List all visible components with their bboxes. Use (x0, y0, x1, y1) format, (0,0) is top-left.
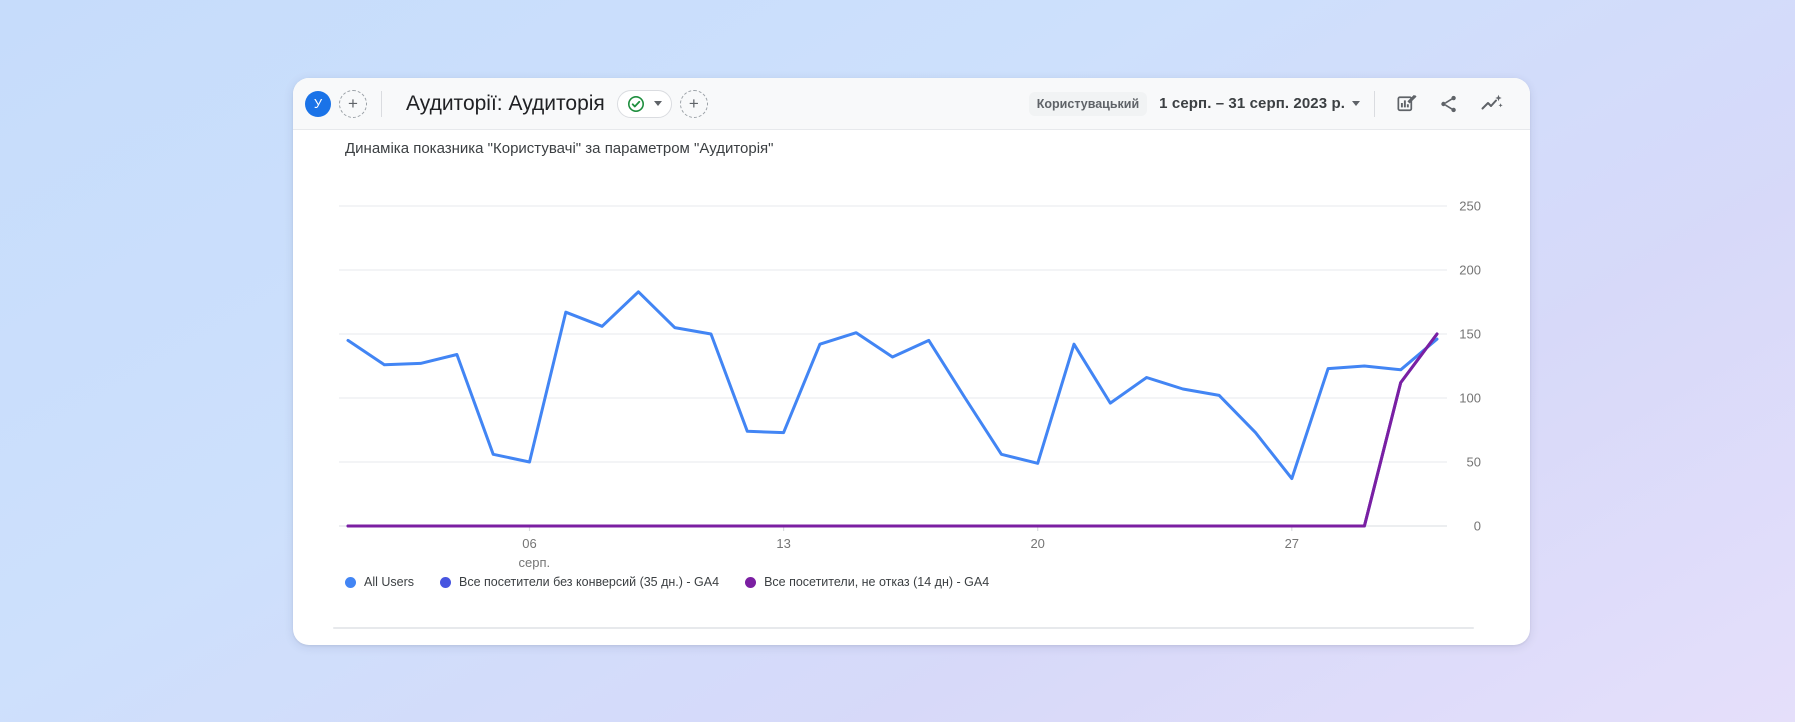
date-range-selector[interactable]: 1 серп. – 31 серп. 2023 р. (1159, 95, 1360, 112)
legend-item: All Users (345, 575, 414, 589)
insights-icon (1480, 92, 1504, 116)
x-axis-sublabel: серп. (519, 555, 551, 570)
x-axis-label: 20 (1030, 536, 1044, 551)
legend-label: Все посетители без конверсий (35 дн.) - … (459, 575, 720, 589)
insights-button[interactable] (1480, 92, 1504, 116)
x-axis-label: 06 (522, 536, 536, 551)
header-divider (381, 90, 382, 117)
legend-item: Все посетители без конверсий (35 дн.) - … (440, 575, 719, 589)
avatar[interactable]: У (305, 90, 331, 117)
x-axis-label: 27 (1285, 536, 1299, 551)
y-axis-label: 100 (1459, 391, 1481, 406)
series-line-0 (346, 290, 1439, 481)
edit-chart-icon (1395, 92, 1418, 115)
series-line-1 (346, 332, 1439, 528)
desktop-background: { "header": { "avatar_letter": "У", "tit… (0, 0, 1795, 722)
chevron-down-icon (653, 101, 662, 106)
check-circle-icon (627, 95, 645, 113)
y-axis-label: 0 (1474, 519, 1481, 534)
y-axis-label: 150 (1459, 327, 1481, 342)
report-title: Аудиторії: Аудиторія (406, 91, 605, 115)
section-divider (333, 627, 1474, 629)
legend-dot-icon (745, 576, 757, 588)
analytics-report-card: У + Аудиторії: Аудиторія + Користувацьки… (293, 78, 1530, 645)
y-axis-label: 200 (1459, 263, 1481, 278)
status-dropdown[interactable] (616, 89, 672, 118)
date-range-label: 1 серп. – 31 серп. 2023 р. (1159, 95, 1345, 112)
legend-item: Все посетители, не отказ (14 дн) - GA4 (745, 575, 989, 589)
edit-chart-button[interactable] (1395, 92, 1418, 115)
custom-report-badge: Користувацький (1028, 91, 1148, 116)
share-button[interactable] (1438, 93, 1460, 115)
trend-chart: 0 50 100 150 200 250 06 серп. 13 20 27 (339, 199, 1481, 570)
card-header: У + Аудиторії: Аудиторія + Користувацьки… (293, 78, 1530, 130)
chart-legend: All Users Все посетители без конверсий (3… (345, 575, 989, 589)
share-icon (1438, 93, 1460, 115)
chart-title: Динаміка показника "Користувачі" за пара… (345, 140, 774, 157)
legend-label: Все посетители, не отказ (14 дн) - GA4 (764, 575, 990, 589)
y-axis-label: 50 (1467, 455, 1481, 470)
legend-dot-icon (345, 576, 356, 588)
chevron-down-icon (1352, 101, 1360, 106)
legend-label: All Users (364, 575, 415, 589)
add-comparison-button[interactable]: + (339, 89, 367, 118)
header-divider (1374, 90, 1375, 117)
x-axis-label: 13 (776, 536, 790, 551)
add-metric-button[interactable]: + (679, 89, 708, 118)
series-line-2 (346, 332, 1439, 528)
y-axis-label: 250 (1459, 199, 1481, 214)
legend-dot-icon (440, 576, 452, 588)
